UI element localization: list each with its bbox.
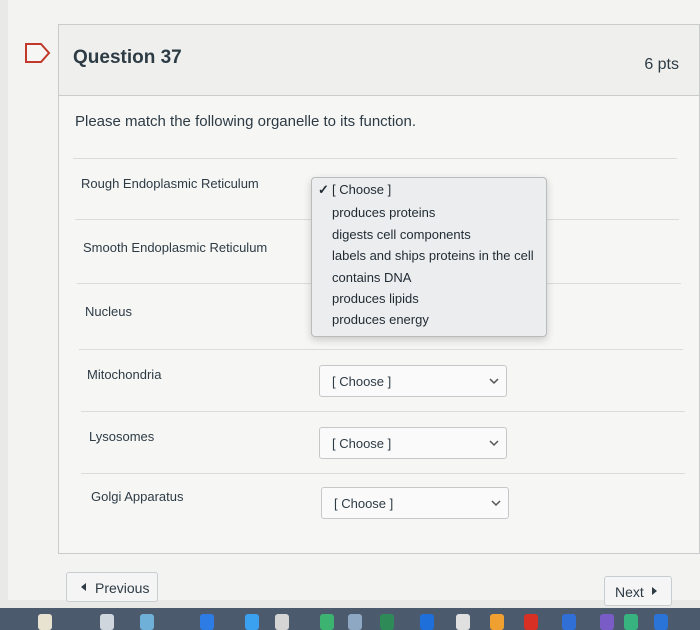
app-icon[interactable] [38, 614, 52, 630]
app-icon[interactable] [490, 614, 504, 630]
next-label: Next [615, 584, 644, 600]
flag-question-icon[interactable] [24, 42, 52, 64]
previous-button[interactable]: Previous [66, 572, 158, 602]
question-header: Question 37 6 pts [59, 25, 699, 96]
app-icon[interactable] [524, 614, 538, 630]
app-icon[interactable] [600, 614, 614, 630]
question-prompt: Please match the following organelle to … [75, 113, 417, 130]
divider [79, 349, 683, 350]
app-icon[interactable] [420, 614, 434, 630]
quiz-page: Question 37 6 pts Please match the follo… [8, 0, 700, 606]
app-icon[interactable] [140, 614, 154, 630]
select-value: [ Choose ] [334, 496, 394, 511]
app-icon[interactable] [654, 614, 668, 630]
question-points: 6 pts [644, 56, 679, 73]
app-icon[interactable] [456, 614, 470, 630]
term-nucleus: Nucleus [85, 304, 132, 319]
app-icon[interactable] [275, 614, 289, 630]
app-icon[interactable] [100, 614, 114, 630]
function-dropdown-menu: ✓[ Choose ] produces proteins digests ce… [311, 177, 547, 337]
function-select-golgi[interactable]: [ Choose ] [321, 487, 509, 519]
dropdown-option-choose[interactable]: ✓[ Choose ] [318, 182, 391, 198]
chevron-down-icon [489, 378, 499, 385]
chevron-down-icon [491, 500, 501, 507]
chevron-down-icon [489, 440, 499, 447]
app-icon[interactable] [348, 614, 362, 630]
dropdown-option[interactable]: labels and ships proteins in the cell [332, 248, 534, 263]
app-icon[interactable] [245, 614, 259, 630]
dropdown-option[interactable]: produces proteins [332, 205, 435, 220]
function-select-mitochondria[interactable]: [ Choose ] [319, 365, 507, 397]
check-icon: ✓ [318, 182, 329, 197]
select-value: [ Choose ] [332, 436, 392, 451]
dock-bar [0, 608, 700, 630]
divider [81, 411, 685, 412]
term-rough-er: Rough Endoplasmic Reticulum [81, 176, 259, 191]
next-button[interactable]: Next [604, 576, 672, 606]
term-golgi: Golgi Apparatus [91, 489, 184, 504]
caret-right-icon [652, 587, 657, 595]
app-icon[interactable] [380, 614, 394, 630]
divider [81, 473, 685, 474]
app-icon[interactable] [320, 614, 334, 630]
term-mitochondria: Mitochondria [87, 367, 162, 382]
question-title: Question 37 [73, 47, 182, 68]
function-select-lysosomes[interactable]: [ Choose ] [319, 427, 507, 459]
divider [73, 158, 677, 159]
term-smooth-er: Smooth Endoplasmic Reticulum [83, 240, 268, 255]
dropdown-option[interactable]: produces lipids [332, 291, 419, 306]
dropdown-option[interactable]: contains DNA [332, 270, 411, 285]
dropdown-option[interactable]: digests cell components [332, 227, 471, 242]
caret-left-icon [81, 583, 86, 591]
question-card: Question 37 6 pts Please match the follo… [58, 24, 700, 554]
previous-label: Previous [95, 580, 150, 596]
term-lysosomes: Lysosomes [89, 429, 155, 444]
select-value: [ Choose ] [332, 374, 392, 389]
app-icon[interactable] [624, 614, 638, 630]
dropdown-option[interactable]: produces energy [332, 312, 429, 327]
app-icon[interactable] [562, 614, 576, 630]
app-icon[interactable] [200, 614, 214, 630]
